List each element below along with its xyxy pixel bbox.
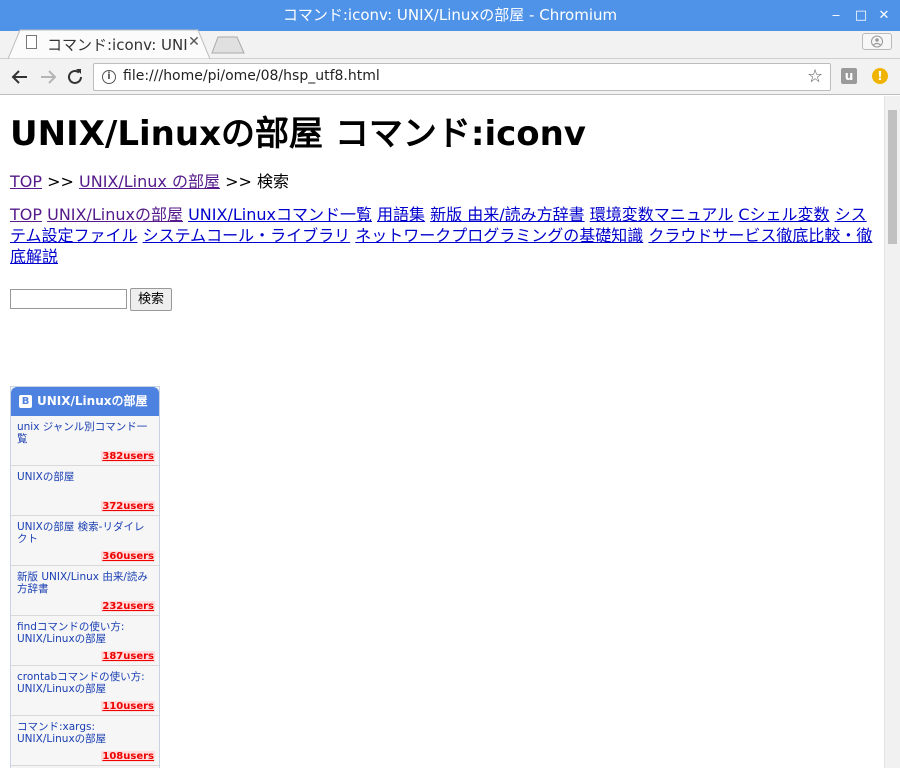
breadcrumb-top-link[interactable]: TOP xyxy=(10,172,42,191)
tab-title: コマンド:iconv: UNIX/Linuxの部屋 xyxy=(47,36,187,54)
warning-icon[interactable]: ! xyxy=(872,68,888,84)
person-icon xyxy=(871,35,883,48)
bookmark-title-link[interactable]: UNIXの部屋 xyxy=(17,471,153,483)
list-item: 新版 UNIX/Linux 由来/読み方辞書 232users xyxy=(11,566,159,616)
window-titlebar: コマンド:iconv: UNIX/Linuxの部屋 - Chromium xyxy=(0,0,900,31)
list-item: findコマンドの使い方: UNIX/Linuxの部屋 187users xyxy=(11,616,159,666)
bookmark-users-count[interactable]: 110users xyxy=(101,701,155,712)
url-text[interactable]: file:///home/pi/ome/08/hsp_utf8.html xyxy=(123,68,380,84)
close-window-icon[interactable]: ✕ xyxy=(874,0,894,31)
list-item: unix ジャンル別コマンド一覧 382users xyxy=(11,416,159,466)
widget-title: UNIX/Linuxの部屋 xyxy=(37,394,148,408)
minimize-icon[interactable]: ‒ xyxy=(826,0,846,31)
breadcrumb-room-link[interactable]: UNIX/Linux の部屋 xyxy=(79,172,220,191)
hatena-bookmark-widget: B UNIX/Linuxの部屋 unix ジャンル別コマンド一覧 382user… xyxy=(10,386,160,768)
page-title: UNIX/Linuxの部屋 コマンド:iconv xyxy=(10,114,586,154)
window-title: コマンド:iconv: UNIX/Linuxの部屋 - Chromium xyxy=(282,6,618,24)
nav-link-command-list[interactable]: UNIX/Linuxコマンド一覧 xyxy=(188,205,372,224)
hatena-b-icon: B xyxy=(19,395,32,408)
nav-link-origin-dictionary[interactable]: 新版 由来/読み方辞書 xyxy=(430,205,584,224)
search-button[interactable]: 検索 xyxy=(130,288,172,311)
page-viewport: UNIX/Linuxの部屋 コマンド:iconv TOP >> UNIX/Lin… xyxy=(0,96,884,768)
bookmark-title-link[interactable]: crontabコマンドの使い方: UNIX/Linuxの部屋 xyxy=(17,671,153,695)
list-item: UNIXの部屋 372users xyxy=(11,466,159,516)
page-icon xyxy=(26,35,37,49)
tab-active[interactable]: コマンド:iconv: UNIX/Linuxの部屋 ✕ xyxy=(8,29,210,59)
list-item: UNIXの部屋 検索-リダイレクト 360users xyxy=(11,516,159,566)
site-nav-links: TOP UNIX/Linuxの部屋 UNIX/Linuxコマンド一覧 用語集 新… xyxy=(10,204,876,267)
bookmark-users-count[interactable]: 372users xyxy=(101,501,155,512)
profile-icon[interactable] xyxy=(862,33,892,50)
breadcrumb-current: 検索 xyxy=(256,172,289,191)
tab-close-icon[interactable]: ✕ xyxy=(186,34,202,50)
widget-header[interactable]: B UNIX/Linuxの部屋 xyxy=(11,387,159,416)
bookmark-title-link[interactable]: findコマンドの使い方: UNIX/Linuxの部屋 xyxy=(17,621,153,645)
back-arrow-icon[interactable] xyxy=(9,66,31,88)
nav-link-syscall-library[interactable]: システムコール・ライブラリ xyxy=(143,226,351,245)
forward-arrow-icon[interactable] xyxy=(37,66,59,88)
search-input[interactable] xyxy=(10,289,127,309)
bookmark-users-count[interactable]: 382users xyxy=(101,451,155,462)
reload-icon[interactable] xyxy=(64,66,86,88)
nav-link-glossary[interactable]: 用語集 xyxy=(377,205,425,224)
nav-link-unix-room[interactable]: UNIX/Linuxの部屋 xyxy=(47,205,183,224)
list-item: コマンド:xargs: UNIX/Linuxの部屋 108users xyxy=(11,716,159,766)
info-icon[interactable]: i xyxy=(102,70,116,84)
extension-u-icon[interactable]: u xyxy=(841,68,857,84)
nav-link-network-programming[interactable]: ネットワークプログラミングの基礎知識 xyxy=(355,226,643,245)
breadcrumb-separator: >> xyxy=(47,172,74,191)
bookmark-title-link[interactable]: UNIXの部屋 検索-リダイレクト xyxy=(17,521,153,545)
nav-link-top[interactable]: TOP xyxy=(10,205,42,224)
bookmark-title-link[interactable]: 新版 UNIX/Linux 由来/読み方辞書 xyxy=(17,571,153,595)
bookmark-users-count[interactable]: 232users xyxy=(101,601,155,612)
bookmark-users-count[interactable]: 187users xyxy=(101,651,155,662)
bookmark-users-count[interactable]: 360users xyxy=(101,551,155,562)
bookmark-users-count[interactable]: 108users xyxy=(101,751,155,762)
breadcrumb: TOP >> UNIX/Linux の部屋 >> 検索 xyxy=(10,168,289,192)
address-bar[interactable]: i file:///home/pi/ome/08/hsp_utf8.html ☆ xyxy=(93,63,831,91)
nav-link-cshell-vars[interactable]: Cシェル変数 xyxy=(738,205,829,224)
scrollbar-thumb[interactable] xyxy=(888,110,897,244)
new-tab-button[interactable] xyxy=(211,36,245,54)
list-item: crontabコマンドの使い方: UNIX/Linuxの部屋 110users xyxy=(11,666,159,716)
breadcrumb-separator: >> xyxy=(225,172,252,191)
nav-link-env-manual[interactable]: 環境変数マニュアル xyxy=(590,205,734,224)
bookmark-star-icon[interactable]: ☆ xyxy=(807,66,823,87)
maximize-icon[interactable]: □ xyxy=(851,0,871,31)
bookmark-title-link[interactable]: コマンド:xargs: UNIX/Linuxの部屋 xyxy=(17,721,153,745)
page-scrollbar[interactable] xyxy=(884,96,900,768)
bookmark-title-link[interactable]: unix ジャンル別コマンド一覧 xyxy=(17,421,153,445)
